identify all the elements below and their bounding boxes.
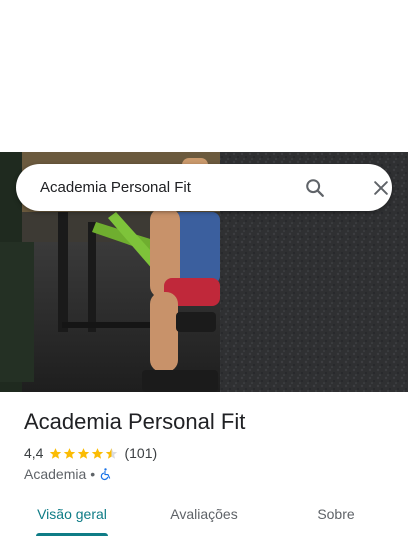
star-icon xyxy=(50,447,62,459)
map-area xyxy=(0,0,408,152)
wheelchair-icon[interactable] xyxy=(99,467,112,481)
separator: • xyxy=(90,466,96,482)
star-half-icon xyxy=(106,447,118,459)
search-input[interactable]: Academia Personal Fit xyxy=(40,177,290,199)
search-button[interactable] xyxy=(302,175,328,201)
tab-reviews[interactable]: Avaliações xyxy=(156,496,252,532)
place-category: Academia xyxy=(24,466,87,482)
place-tabs: Visão geral Avaliações Sobre xyxy=(0,496,408,544)
active-tab-indicator xyxy=(36,533,108,536)
close-icon xyxy=(374,181,388,195)
rating-row[interactable]: 4,4 (101) xyxy=(24,443,157,463)
tab-about[interactable]: Sobre xyxy=(288,496,384,532)
star-icon xyxy=(78,447,90,459)
search-bar[interactable]: Academia Personal Fit xyxy=(16,164,392,211)
tab-overview[interactable]: Visão geral xyxy=(24,496,120,532)
star-rating xyxy=(49,447,119,460)
category-row: Academia • xyxy=(24,464,112,484)
rating-value: 4,4 xyxy=(24,445,44,461)
star-icon xyxy=(92,447,104,459)
clear-search-button[interactable] xyxy=(368,175,394,201)
search-icon xyxy=(306,179,324,197)
review-count[interactable]: (101) xyxy=(124,445,157,461)
place-title: Academia Personal Fit xyxy=(24,409,246,434)
star-icon xyxy=(64,447,76,459)
